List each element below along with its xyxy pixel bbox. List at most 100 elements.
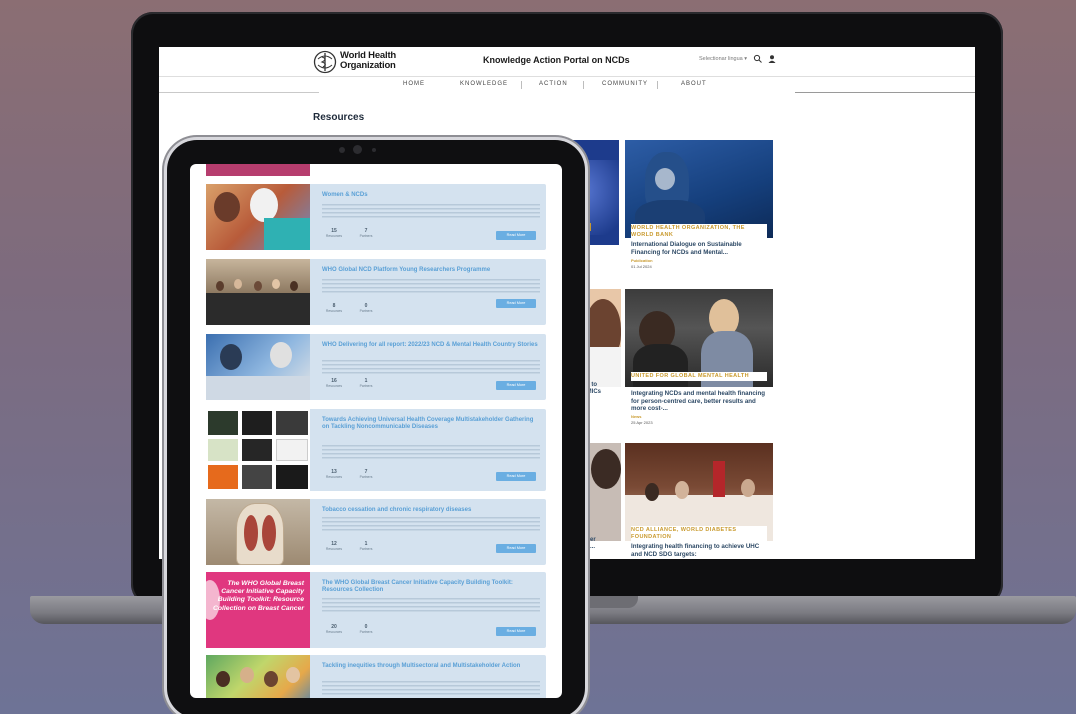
resource-card-title[interactable]: International Dialogue on Sustainable Fi… bbox=[631, 241, 767, 256]
resource-card-organization: UNITED FOR GLOBAL MENTAL HEALTH bbox=[631, 372, 767, 381]
collection-card-title[interactable]: The WHO Global Breast Cancer Initiative … bbox=[322, 580, 540, 594]
tablet-camera bbox=[353, 145, 362, 154]
user-icon[interactable] bbox=[767, 54, 777, 64]
collection-card-description bbox=[322, 279, 540, 293]
read-more-button[interactable]: Read More bbox=[496, 381, 536, 390]
read-more-button[interactable]: Read More bbox=[496, 627, 536, 636]
tablet-sensor bbox=[372, 148, 376, 152]
resource-card-title[interactable]: Integrating NCDs and mental health finan… bbox=[631, 390, 767, 413]
collection-card-title[interactable]: Women & NCDs bbox=[322, 192, 540, 199]
collection-card-title[interactable]: Tobacco cessation and chronic respirator… bbox=[322, 507, 540, 514]
partners-count: 0 Partners bbox=[354, 303, 378, 313]
nav-about[interactable]: ABOUT bbox=[681, 81, 707, 87]
resource-card[interactable]: WORLD HEALTH ORGANIZATION, THE WORLD BAN… bbox=[625, 140, 773, 290]
read-more-button[interactable]: Read More bbox=[496, 544, 536, 553]
collection-card[interactable]: WHO Delivering for all report: 2022/23 N… bbox=[206, 334, 546, 400]
nav-community[interactable]: COMMUNITY bbox=[602, 81, 648, 87]
collection-card-image bbox=[206, 334, 310, 400]
image-content bbox=[645, 483, 659, 501]
stat-label: Resources bbox=[325, 309, 343, 313]
collection-card[interactable]: Towards Achieving Universal Health Cover… bbox=[206, 409, 546, 491]
resource-card-organization: NCD ALLIANCE, WORLD DIABETES FOUNDATION bbox=[631, 526, 767, 542]
resources-count: 12 Resources bbox=[322, 541, 346, 551]
image-content bbox=[208, 411, 238, 435]
stat-label: Resources bbox=[325, 234, 343, 238]
nav-separator bbox=[521, 81, 522, 89]
partners-count: 0 Partners bbox=[354, 624, 378, 634]
image-content bbox=[264, 671, 278, 687]
resource-card[interactable]: NCD ALLIANCE, WORLD DIABETES FOUNDATION … bbox=[625, 443, 773, 559]
image-content bbox=[270, 342, 292, 368]
language-select[interactable]: Selectionar lingua ▾ bbox=[699, 56, 747, 62]
collection-card-image bbox=[206, 184, 310, 250]
nav-action[interactable]: ACTION bbox=[539, 81, 568, 87]
image-content bbox=[208, 439, 238, 461]
search-icon[interactable] bbox=[753, 54, 763, 64]
partners-count: 7 Partners bbox=[354, 228, 378, 238]
main-nav: HOME KNOWLEDGE ACTION COMMUNITY ABOUT bbox=[159, 77, 975, 93]
image-content bbox=[234, 279, 242, 289]
nav-knowledge[interactable]: KNOWLEDGE bbox=[460, 81, 508, 87]
read-more-button[interactable]: Read More bbox=[496, 299, 536, 308]
resources-heading: Resources bbox=[313, 112, 365, 123]
image-content bbox=[264, 218, 310, 250]
partial-title: LMICs bbox=[583, 389, 601, 395]
image-content bbox=[240, 667, 254, 683]
resource-card-type: Publication bbox=[631, 258, 653, 263]
image-content bbox=[262, 515, 276, 551]
nav-separator bbox=[657, 81, 658, 89]
image-content bbox=[591, 449, 621, 489]
collection-card[interactable]: The WHO Global Breast Cancer Initiative … bbox=[206, 572, 546, 648]
collection-card[interactable]: Tackling inequities through Multisectora… bbox=[206, 655, 546, 698]
portal-title[interactable]: Knowledge Action Portal on NCDs bbox=[483, 55, 630, 65]
resource-card-title[interactable]: Integrating health financing to achieve … bbox=[631, 543, 767, 558]
collection-card-title[interactable]: WHO Global NCD Platform Young Researcher… bbox=[322, 267, 540, 274]
who-emblem-icon[interactable] bbox=[313, 50, 337, 74]
image-content bbox=[214, 192, 240, 222]
org-name[interactable]: World Health Organization bbox=[340, 51, 396, 71]
image-content bbox=[741, 479, 755, 497]
collection-card[interactable]: WHO Global NCD Platform Young Researcher… bbox=[206, 259, 546, 325]
read-more-button[interactable]: Read More bbox=[496, 472, 536, 481]
collection-card[interactable]: Tobacco cessation and chronic respirator… bbox=[206, 499, 546, 565]
resource-card[interactable]: UNITED FOR GLOBAL MENTAL HEALTH Integrat… bbox=[625, 289, 773, 439]
collection-card-image bbox=[206, 499, 310, 565]
collection-card[interactable]: Women & NCDs 15 Resources 7 Partners Rea… bbox=[206, 184, 546, 250]
collection-card-title[interactable]: Tackling inequities through Multisectora… bbox=[322, 663, 540, 670]
collection-card-description bbox=[322, 681, 540, 695]
image-content bbox=[216, 671, 230, 687]
image-content bbox=[276, 439, 308, 461]
read-more-button[interactable]: Read More bbox=[496, 231, 536, 240]
image-content bbox=[220, 344, 242, 370]
image-content bbox=[208, 465, 238, 489]
image-content bbox=[675, 481, 689, 499]
partners-count: 1 Partners bbox=[354, 378, 378, 388]
resources-count: 16 Resources bbox=[322, 378, 346, 388]
image-content bbox=[242, 465, 272, 489]
nav-underline bbox=[159, 92, 319, 93]
image-content bbox=[242, 439, 272, 461]
collection-card-description bbox=[322, 598, 540, 612]
image-content bbox=[244, 515, 258, 551]
tablet-sensor bbox=[339, 147, 345, 153]
collection-card-title[interactable]: Towards Achieving Universal Health Cover… bbox=[322, 417, 540, 431]
collection-card-title[interactable]: WHO Delivering for all report: 2022/23 N… bbox=[322, 342, 540, 349]
stat-label: Partners bbox=[359, 309, 373, 313]
nav-underline bbox=[795, 92, 975, 93]
collection-card-image bbox=[206, 409, 310, 491]
resource-card-organization: WORLD HEALTH ORGANIZATION, THE WORLD BAN… bbox=[631, 224, 767, 240]
image-content bbox=[216, 281, 224, 291]
collection-card-image bbox=[206, 259, 310, 325]
image-content bbox=[290, 281, 298, 291]
stat-label: Resources bbox=[325, 630, 343, 634]
collection-card-description bbox=[322, 517, 540, 531]
resource-card-date: 01 Jul 2024 bbox=[631, 264, 652, 269]
stat-label: Partners bbox=[359, 234, 373, 238]
collection-card-description bbox=[322, 445, 540, 459]
stat-label: Partners bbox=[359, 630, 373, 634]
nav-home[interactable]: HOME bbox=[403, 81, 425, 87]
image-content bbox=[713, 461, 725, 497]
image-content bbox=[250, 188, 278, 222]
image-content bbox=[272, 279, 280, 289]
image-content bbox=[276, 411, 308, 435]
